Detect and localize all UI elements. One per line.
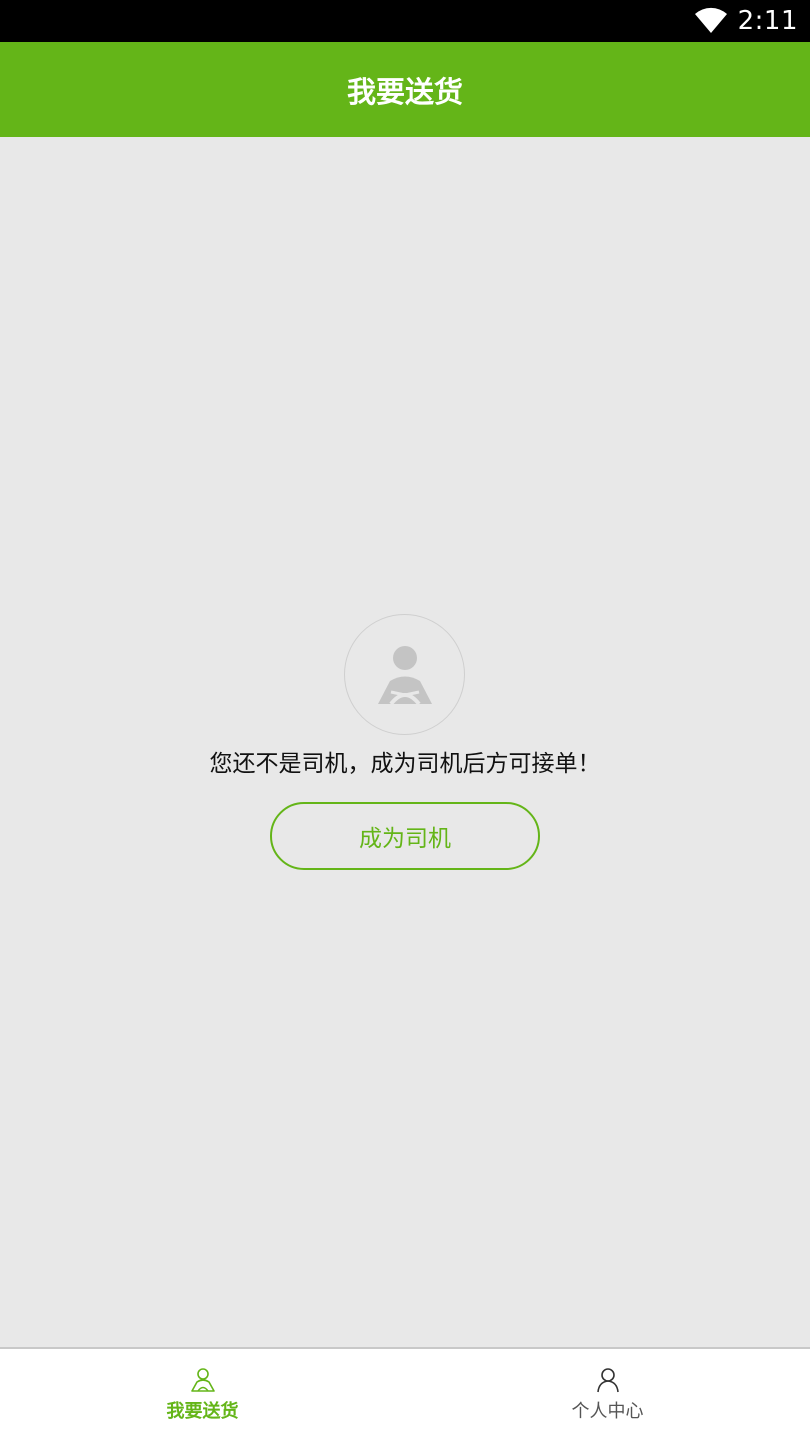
main-content: 您还不是司机，成为司机后方可接单！ 成为司机	[0, 137, 810, 1347]
driver-icon	[190, 1367, 215, 1392]
tab-personal-center-label: 个人中心	[571, 1400, 644, 1422]
person-icon	[596, 1367, 619, 1392]
driver-avatar	[344, 614, 465, 735]
driver-icon	[377, 645, 432, 705]
page-title: 我要送货	[346, 74, 463, 109]
not-driver-notice: 您还不是司机，成为司机后方可接单！	[209, 751, 601, 777]
status-bar: 2:11	[0, 0, 810, 42]
tab-deliver[interactable]: 我要送货	[0, 1349, 405, 1440]
app-bar: 我要送货	[0, 42, 810, 137]
status-time: 2:11	[737, 6, 798, 36]
bottom-nav: 我要送货 个人中心	[0, 1347, 810, 1440]
become-driver-button[interactable]: 成为司机	[270, 802, 540, 870]
wifi-icon	[694, 7, 727, 33]
tab-deliver-label: 我要送货	[166, 1400, 239, 1422]
tab-personal-center[interactable]: 个人中心	[405, 1349, 810, 1440]
